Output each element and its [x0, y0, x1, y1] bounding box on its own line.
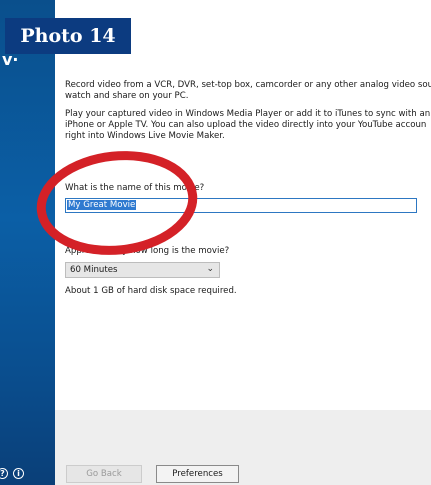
movie-name-input[interactable]: My Great Movie [65, 198, 417, 213]
disk-space-note: About 1 GB of hard disk space required. [65, 286, 237, 296]
intro-line: Play your captured video in Windows Medi… [65, 109, 431, 119]
app-sidebar: v· ? i [0, 0, 55, 485]
movie-name-value: My Great Movie [67, 200, 137, 210]
intro-line: Record video from a VCR, DVR, set-top bo… [65, 80, 431, 90]
movie-length-value: 60 Minutes [70, 265, 118, 275]
movie-length-select[interactable]: 60 Minutes ⌄ [65, 262, 220, 278]
movie-length-label: Approximately how long is the movie? [65, 246, 230, 256]
info-circle-icon[interactable]: i [13, 468, 24, 479]
intro-line: iPhone or Apple TV. You can also upload … [65, 120, 427, 130]
preferences-button[interactable]: Preferences [156, 465, 239, 483]
photo-label-badge: Photo 14 [5, 18, 131, 54]
movie-name-label: What is the name of this movie? [65, 183, 205, 193]
go-back-button[interactable]: Go Back [66, 465, 142, 483]
help-circle-icon[interactable]: ? [0, 468, 8, 479]
intro-line: watch and share on your PC. [65, 91, 189, 101]
chevron-down-icon: ⌄ [206, 264, 214, 274]
intro-line: right into Windows Live Movie Maker. [65, 131, 225, 141]
